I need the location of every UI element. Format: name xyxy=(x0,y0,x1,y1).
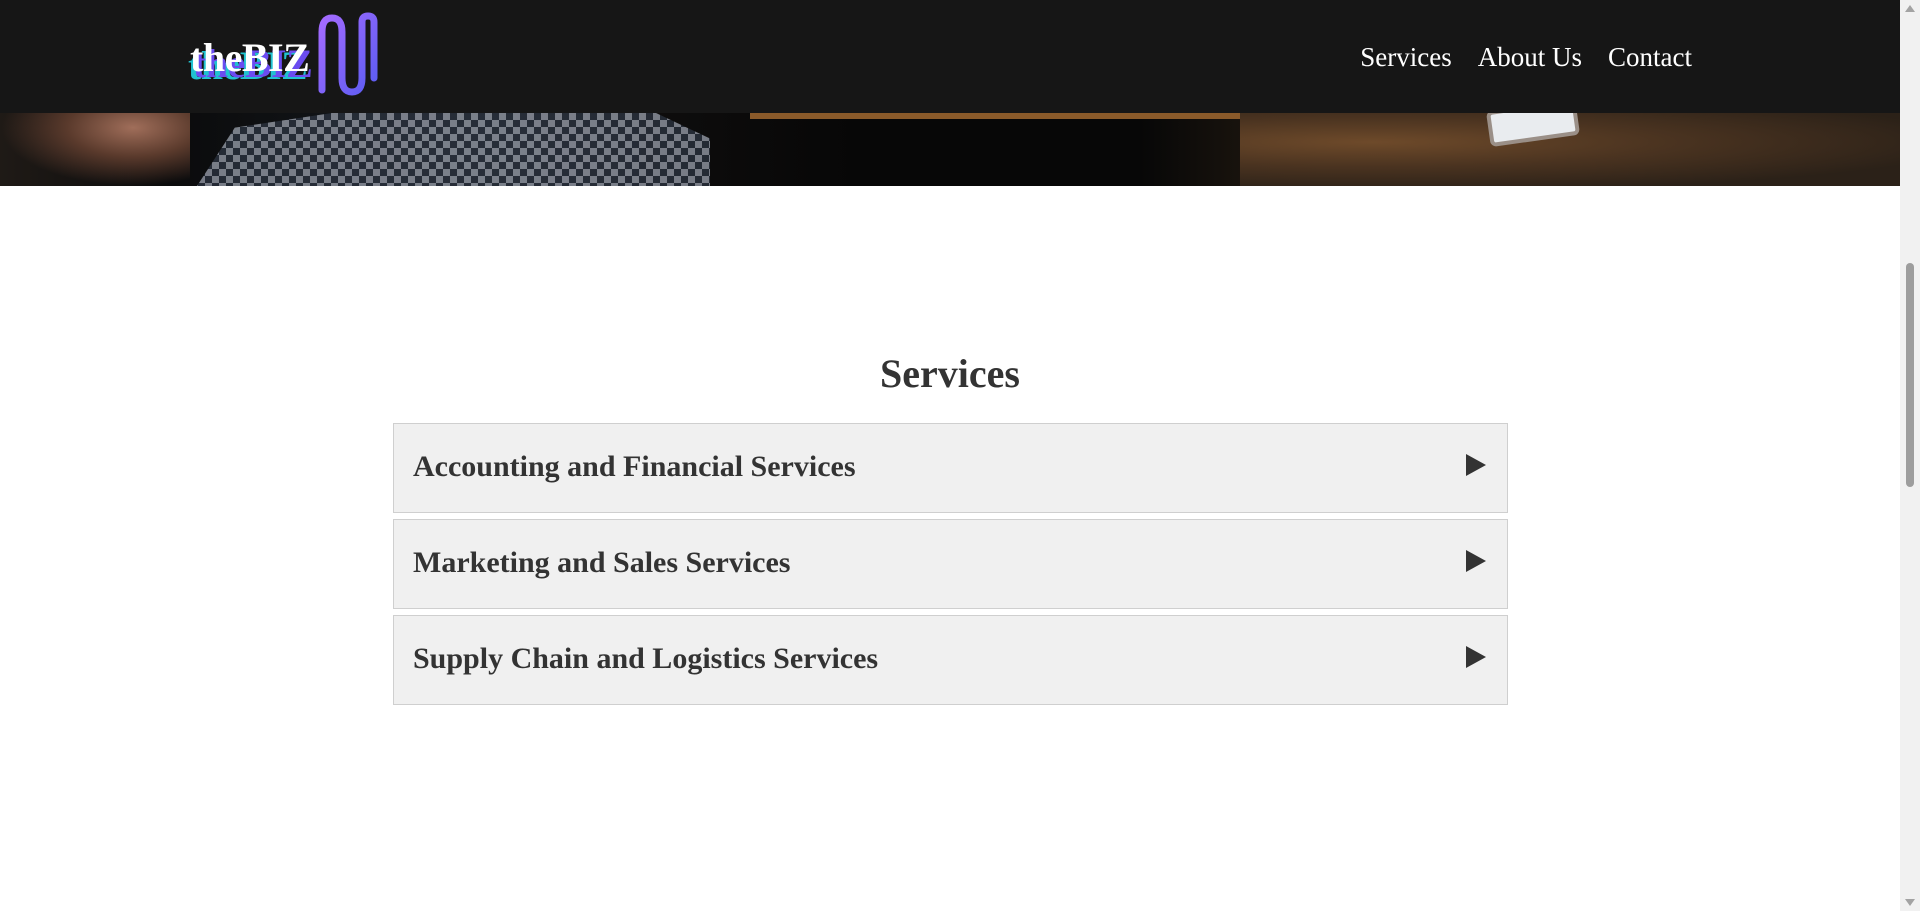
logo-text: theBIZ xyxy=(190,35,310,80)
nav-link-contact[interactable]: Contact xyxy=(1608,42,1692,73)
accordion-item-marketing[interactable]: Marketing and Sales Services xyxy=(393,519,1508,609)
nav-link-about-us[interactable]: About Us xyxy=(1478,42,1582,73)
hero-photo-shirt xyxy=(197,113,710,186)
accordion-item-accounting[interactable]: Accounting and Financial Services xyxy=(393,423,1508,513)
triangle-right-icon xyxy=(1466,646,1486,668)
section-title: Services xyxy=(880,351,1020,396)
brand-logo[interactable]: theBIZ xyxy=(190,12,380,102)
logo-n-icon xyxy=(318,12,378,96)
accordion-item-title: Marketing and Sales Services xyxy=(413,546,791,579)
accordion-item-title: Supply Chain and Logistics Services xyxy=(413,642,879,675)
scroll-down-arrow-icon[interactable] xyxy=(1905,899,1915,906)
hero-photo-hand xyxy=(0,113,190,186)
scroll-thumb[interactable] xyxy=(1906,263,1914,487)
vertical-scrollbar[interactable] xyxy=(1900,0,1920,911)
page: theBIZ Services About Us Contact Service… xyxy=(0,0,1920,911)
hero-image xyxy=(0,113,1900,186)
triangle-right-icon xyxy=(1466,550,1486,572)
scroll-up-arrow-icon[interactable] xyxy=(1905,5,1915,12)
triangle-right-icon xyxy=(1466,454,1486,476)
nav-link-services[interactable]: Services xyxy=(1360,42,1451,73)
services-accordion: Accounting and Financial Services Market… xyxy=(393,423,1508,711)
top-navbar: theBIZ Services About Us Contact xyxy=(0,0,1900,113)
main-nav: Services About Us Contact xyxy=(1334,42,1692,73)
accordion-item-supply-chain[interactable]: Supply Chain and Logistics Services xyxy=(393,615,1508,705)
accordion-item-title: Accounting and Financial Services xyxy=(413,450,856,483)
